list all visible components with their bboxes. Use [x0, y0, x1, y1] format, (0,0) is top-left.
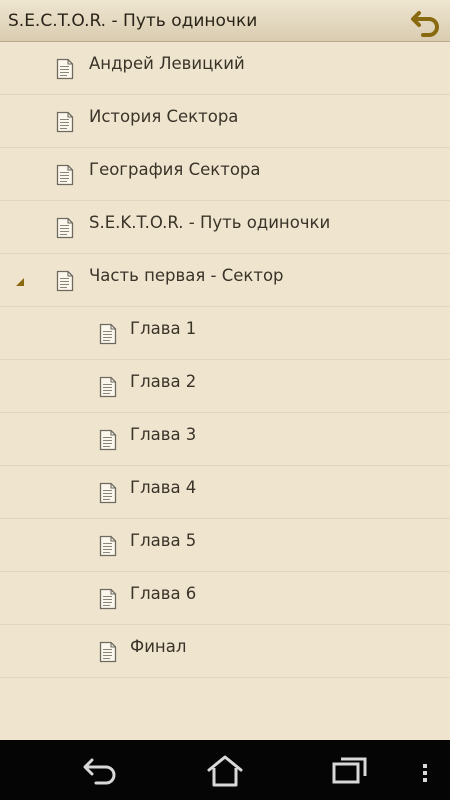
- system-nav-bar: [0, 740, 450, 800]
- tree-item-label: S.E.K.T.O.R. - Путь одиночки: [89, 213, 331, 232]
- document-icon: [56, 58, 74, 80]
- undo-arrow-icon[interactable]: [410, 5, 442, 37]
- tree-item[interactable]: История Сектора: [0, 95, 450, 148]
- document-icon: [99, 429, 117, 451]
- tree-item-label: Глава 4: [130, 478, 197, 497]
- document-icon: [99, 323, 117, 345]
- tree-item-label: Глава 1: [130, 319, 197, 338]
- tree-item[interactable]: Андрей Левицкий: [0, 42, 450, 95]
- tree-item[interactable]: География Сектора: [0, 148, 450, 201]
- document-icon: [56, 111, 74, 133]
- tree-item-child[interactable]: Глава 6: [0, 572, 450, 625]
- tree-item-label: Глава 6: [130, 584, 197, 603]
- document-icon: [56, 217, 74, 239]
- document-icon: [99, 535, 117, 557]
- document-icon: [56, 270, 74, 292]
- triangle-expanded-icon[interactable]: [14, 277, 26, 287]
- tree-item-child[interactable]: Финал: [0, 625, 450, 678]
- overflow-menu-icon[interactable]: [420, 754, 430, 786]
- tree-item-label: Финал: [130, 637, 187, 656]
- page-title: S.E.C.T.O.R. - Путь одиночки: [8, 11, 258, 31]
- tree-item-label: История Сектора: [89, 107, 239, 126]
- tree-item-expanded[interactable]: Часть первая - Сектор: [0, 254, 450, 307]
- tree-item-child[interactable]: Глава 1: [0, 307, 450, 360]
- tree-item-label: Глава 5: [130, 531, 197, 550]
- document-icon: [99, 588, 117, 610]
- document-icon: [99, 376, 117, 398]
- toc-tree: Андрей Левицкий История Сектора Географи…: [0, 42, 450, 740]
- tree-item-child[interactable]: Глава 2: [0, 360, 450, 413]
- document-icon: [99, 482, 117, 504]
- tree-item-label: География Сектора: [89, 160, 261, 179]
- tree-item-label: Глава 3: [130, 425, 197, 444]
- tree-item-label: Часть первая - Сектор: [89, 266, 284, 285]
- tree-item-label: Андрей Левицкий: [89, 54, 245, 73]
- back-icon[interactable]: [80, 754, 120, 786]
- document-icon: [99, 641, 117, 663]
- tree-item-child[interactable]: Глава 4: [0, 466, 450, 519]
- recent-apps-icon[interactable]: [330, 754, 370, 786]
- tree-item-child[interactable]: Глава 3: [0, 413, 450, 466]
- tree-item[interactable]: S.E.K.T.O.R. - Путь одиночки: [0, 201, 450, 254]
- document-icon: [56, 164, 74, 186]
- title-bar: S.E.C.T.O.R. - Путь одиночки: [0, 0, 450, 42]
- home-icon[interactable]: [205, 754, 245, 788]
- tree-item-child[interactable]: Глава 5: [0, 519, 450, 572]
- tree-item-label: Глава 2: [130, 372, 197, 391]
